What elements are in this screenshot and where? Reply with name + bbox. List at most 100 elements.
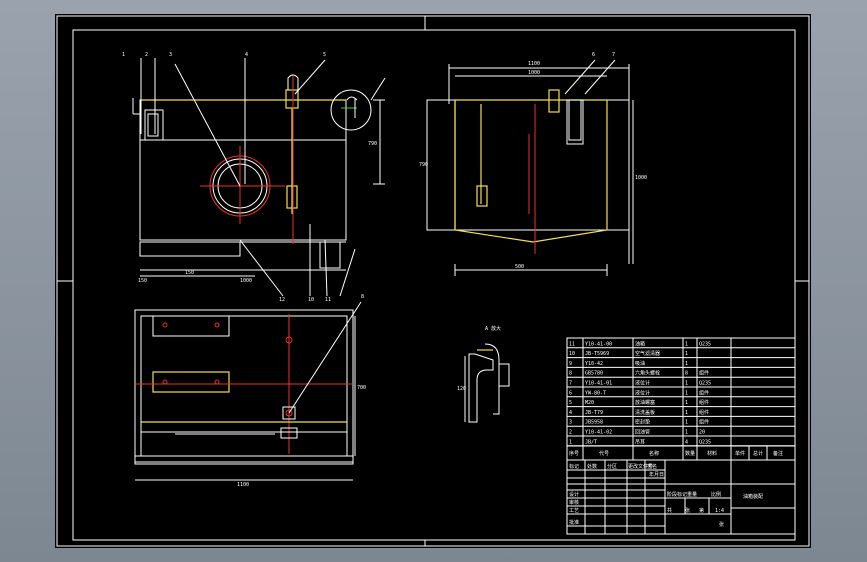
title-block-labels: 标记 处数 分区 更改文件号签名年月日设计审核工艺批准阶段标记 重量 比例共张第张 xyxy=(569,463,724,528)
bom-cell: 9 xyxy=(569,361,572,367)
bom-cell: Y10-41-01 xyxy=(585,381,612,387)
bom-cell: 组件 xyxy=(699,389,709,396)
title-block-label: 分区 xyxy=(607,463,617,470)
callout-5: 5 xyxy=(323,52,326,58)
bom-table: 11 Y10-41-00 油箱 1 Q23510 JB-T5969 空气滤清器 19 Y10-4… xyxy=(566,337,796,461)
bom-cell: 1 xyxy=(569,439,572,445)
outer-frame xyxy=(56,15,810,547)
bom-header-cell: 名称 xyxy=(649,450,659,457)
bom-cell: GB5780 xyxy=(585,371,603,377)
bom-cell: 10 xyxy=(569,351,575,357)
bom-cell: JB-T5969 xyxy=(585,351,609,357)
title-block-label: 设计 xyxy=(569,491,579,498)
bom-cell: Q235 xyxy=(699,341,711,347)
dim-side-height-left: 790 xyxy=(419,162,428,168)
bom-cell: 7 xyxy=(569,381,572,387)
dim-side-top-outer: 1100 xyxy=(528,61,540,67)
drawing-name: 油箱装配 xyxy=(743,493,763,500)
callout-10: 10 xyxy=(308,297,314,303)
bom-cell: Q235 xyxy=(699,439,711,445)
bom-cell: 液位计 xyxy=(635,380,650,387)
dim-front-bottom-left: 150 xyxy=(138,278,147,284)
bom-header-cell: 单件 xyxy=(735,450,745,457)
callout-11: 11 xyxy=(325,297,331,303)
bom-cell: 1 xyxy=(685,400,688,406)
dim-side-height-right: 1000 xyxy=(635,175,647,181)
bom-cell: 6 xyxy=(569,390,572,396)
title-block: 油箱装配 1:4 标记 处数 分区 更改文件号签名年月日设计审核工艺批准阶段标记 重量比… xyxy=(566,459,796,535)
detail-title: A 放大 xyxy=(485,325,501,332)
bom-cell: 2 xyxy=(569,430,572,436)
bom-cell: 油箱 xyxy=(635,340,645,347)
bom-cell: 1 xyxy=(685,361,688,367)
callout-2: 2 xyxy=(145,52,148,58)
front-view xyxy=(132,58,386,297)
dim-side-bottom: 500 xyxy=(515,264,524,270)
callout-1: 1 xyxy=(122,52,125,58)
bom-header-cell: 材料 xyxy=(707,450,717,457)
drawing-sheet: 1 2 3 4 5 790 150 150 1000 12 10 11 1100… xyxy=(55,14,811,548)
bom-cell: 1 xyxy=(685,381,688,387)
bom-cell: 组件 xyxy=(699,419,709,426)
callout-6: 6 xyxy=(592,52,595,58)
bom-cell: 组件 xyxy=(699,409,709,416)
bom-cell: 5 xyxy=(569,400,572,406)
bom-cell: 1 xyxy=(685,341,688,347)
bom-cell: 六角头螺栓 xyxy=(635,370,660,377)
bom-header-cell: 总计 xyxy=(753,450,763,457)
bom-rows: 11 Y10-41-00 油箱 1 Q23510 JB-T5969 空气滤清器 19 Y10-4… xyxy=(567,340,795,447)
bom-cell: 吸油 xyxy=(635,360,645,367)
dim-front-height: 790 xyxy=(368,141,377,147)
title-block-label: 张 xyxy=(685,507,690,514)
detail-dim: 120 xyxy=(457,386,466,392)
bom-header-cell: 备注 xyxy=(773,450,783,457)
callout-4: 4 xyxy=(245,52,248,58)
callout-3: 3 xyxy=(169,52,172,58)
title-block-label: 共 xyxy=(667,507,672,514)
bom-cell: 1 xyxy=(685,390,688,396)
title-block-label: 阶段标记 xyxy=(667,491,687,498)
front-view-labels: 1 2 3 4 5 790 150 150 1000 12 10 11 xyxy=(122,52,377,303)
bom-cell: Y10-42 xyxy=(585,361,603,367)
bom-cell: 组件 xyxy=(699,370,709,377)
bom-header-cell: 数量 xyxy=(685,450,695,457)
title-block-label: 工艺 xyxy=(569,508,579,514)
callout-12: 12 xyxy=(279,297,285,303)
plan-view xyxy=(134,301,362,481)
bom-cell: YW-80-T xyxy=(585,390,606,396)
bom-cell: 4 xyxy=(569,410,572,416)
callout-7: 7 xyxy=(612,52,615,58)
detail-a: A 放大 120 xyxy=(457,325,510,423)
cad-viewport[interactable]: 1 2 3 4 5 790 150 150 1000 12 10 11 1100… xyxy=(0,0,867,562)
bom-cell: 1 xyxy=(685,351,688,357)
dim-plan-right: 700 xyxy=(357,385,366,391)
bom-cell: 1 xyxy=(685,410,688,416)
bom-cell: JB/T xyxy=(585,439,597,445)
bom-cell: 吊耳 xyxy=(635,439,645,445)
scale-value: 1:4 xyxy=(715,508,724,514)
bom-cell: 放油螺塞 xyxy=(635,399,655,406)
bom-cell: 3 xyxy=(569,420,572,426)
bom-cell: Y10-41-00 xyxy=(585,341,612,347)
dim-plan-bottom: 1100 xyxy=(237,482,249,488)
bom-cell: 1 xyxy=(685,420,688,426)
bom-cell: Y10-41-02 xyxy=(585,430,612,436)
bom-cell: 8 xyxy=(685,371,688,377)
dim-side-top-inner: 1000 xyxy=(528,70,540,76)
bom-header-cell: 序号 xyxy=(569,450,579,457)
bom-cell: 8 xyxy=(569,371,572,377)
title-block-label: 审核 xyxy=(569,499,579,506)
bom-cell: Q235 xyxy=(699,381,711,387)
bom-cell: 11 xyxy=(569,341,575,347)
side-view xyxy=(426,59,634,276)
bom-cell: JB5958 xyxy=(585,420,603,426)
bom-cell: 1 xyxy=(685,430,688,436)
callout-8: 8 xyxy=(361,294,364,300)
title-block-label: 处数 xyxy=(587,463,597,470)
bom-cell: 20 xyxy=(699,430,705,436)
drawing-canvas: 1 2 3 4 5 790 150 150 1000 12 10 11 1100… xyxy=(56,15,810,547)
bom-header-cell: 代号 xyxy=(599,450,609,457)
bom-header: 序号 代号 名称 数量 材料 单件 总计 备注 xyxy=(569,450,783,457)
title-block-label: 第 xyxy=(699,507,704,514)
bom-cell: 液位计 xyxy=(635,389,650,396)
